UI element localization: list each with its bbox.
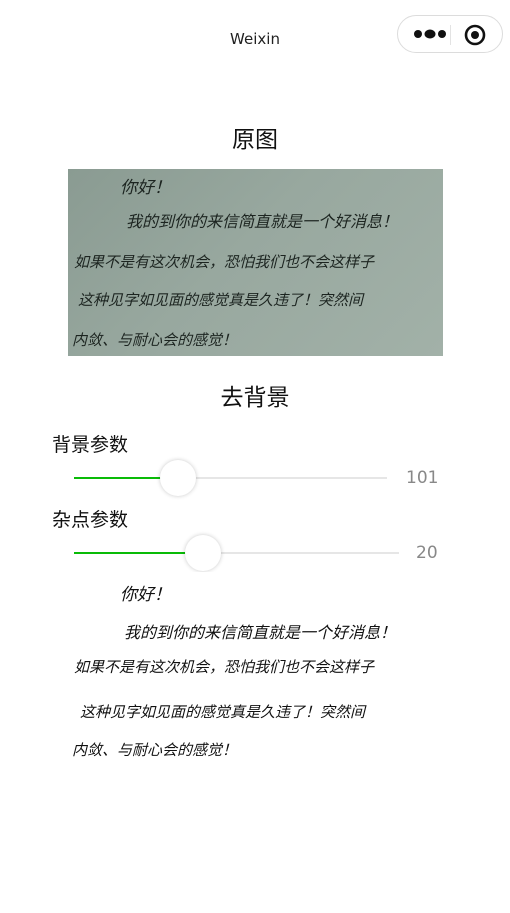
background-param-value: 101 bbox=[406, 468, 439, 488]
more-dots-icon[interactable] bbox=[412, 26, 448, 42]
mini-program-capsule bbox=[397, 15, 503, 53]
note-line: 我的到你的来信简直就是一个好消息！ bbox=[126, 212, 398, 231]
note-line: 我的到你的来信简直就是一个好消息！ bbox=[124, 623, 396, 642]
processed-image: 你好！ 我的到你的来信简直就是一个好消息！ 如果不是有这次机会，恐怕我们也不会这… bbox=[68, 572, 453, 772]
background-param-label: 背景参数 bbox=[52, 434, 129, 456]
navigation-bar: Weixin bbox=[0, 0, 510, 76]
slider-fill bbox=[74, 477, 162, 479]
note-line: 内敛、与耐心会的感觉！ bbox=[72, 331, 237, 349]
noise-param-label: 杂点参数 bbox=[52, 509, 129, 531]
slider-thumb[interactable] bbox=[185, 535, 221, 571]
note-line: 你好！ bbox=[120, 585, 171, 605]
slider-fill bbox=[74, 552, 186, 554]
note-line: 如果不是有这次机会，恐怕我们也不会这样子 bbox=[74, 658, 375, 676]
background-removal-title: 去背景 bbox=[220, 385, 290, 411]
noise-param-value: 20 bbox=[416, 543, 438, 563]
target-circle-icon[interactable] bbox=[464, 24, 486, 46]
capsule-divider bbox=[450, 25, 451, 45]
note-line: 这种见字如见面的感觉真是久违了！突然间 bbox=[80, 703, 367, 721]
note-line: 内敛、与耐心会的感觉！ bbox=[72, 741, 237, 759]
note-line: 你好！ bbox=[120, 178, 171, 198]
note-line: 这种见字如见面的感觉真是久违了！突然间 bbox=[78, 291, 365, 309]
background-param-slider[interactable]: 101 bbox=[74, 458, 474, 498]
original-photo: 你好！ 我的到你的来信简直就是一个好消息！ 如果不是有这次机会，恐怕我们也不会这… bbox=[68, 169, 443, 356]
note-line: 如果不是有这次机会，恐怕我们也不会这样子 bbox=[74, 253, 375, 271]
original-image-title: 原图 bbox=[232, 127, 278, 153]
slider-thumb[interactable] bbox=[160, 460, 196, 496]
noise-param-slider[interactable]: 20 bbox=[74, 533, 474, 573]
